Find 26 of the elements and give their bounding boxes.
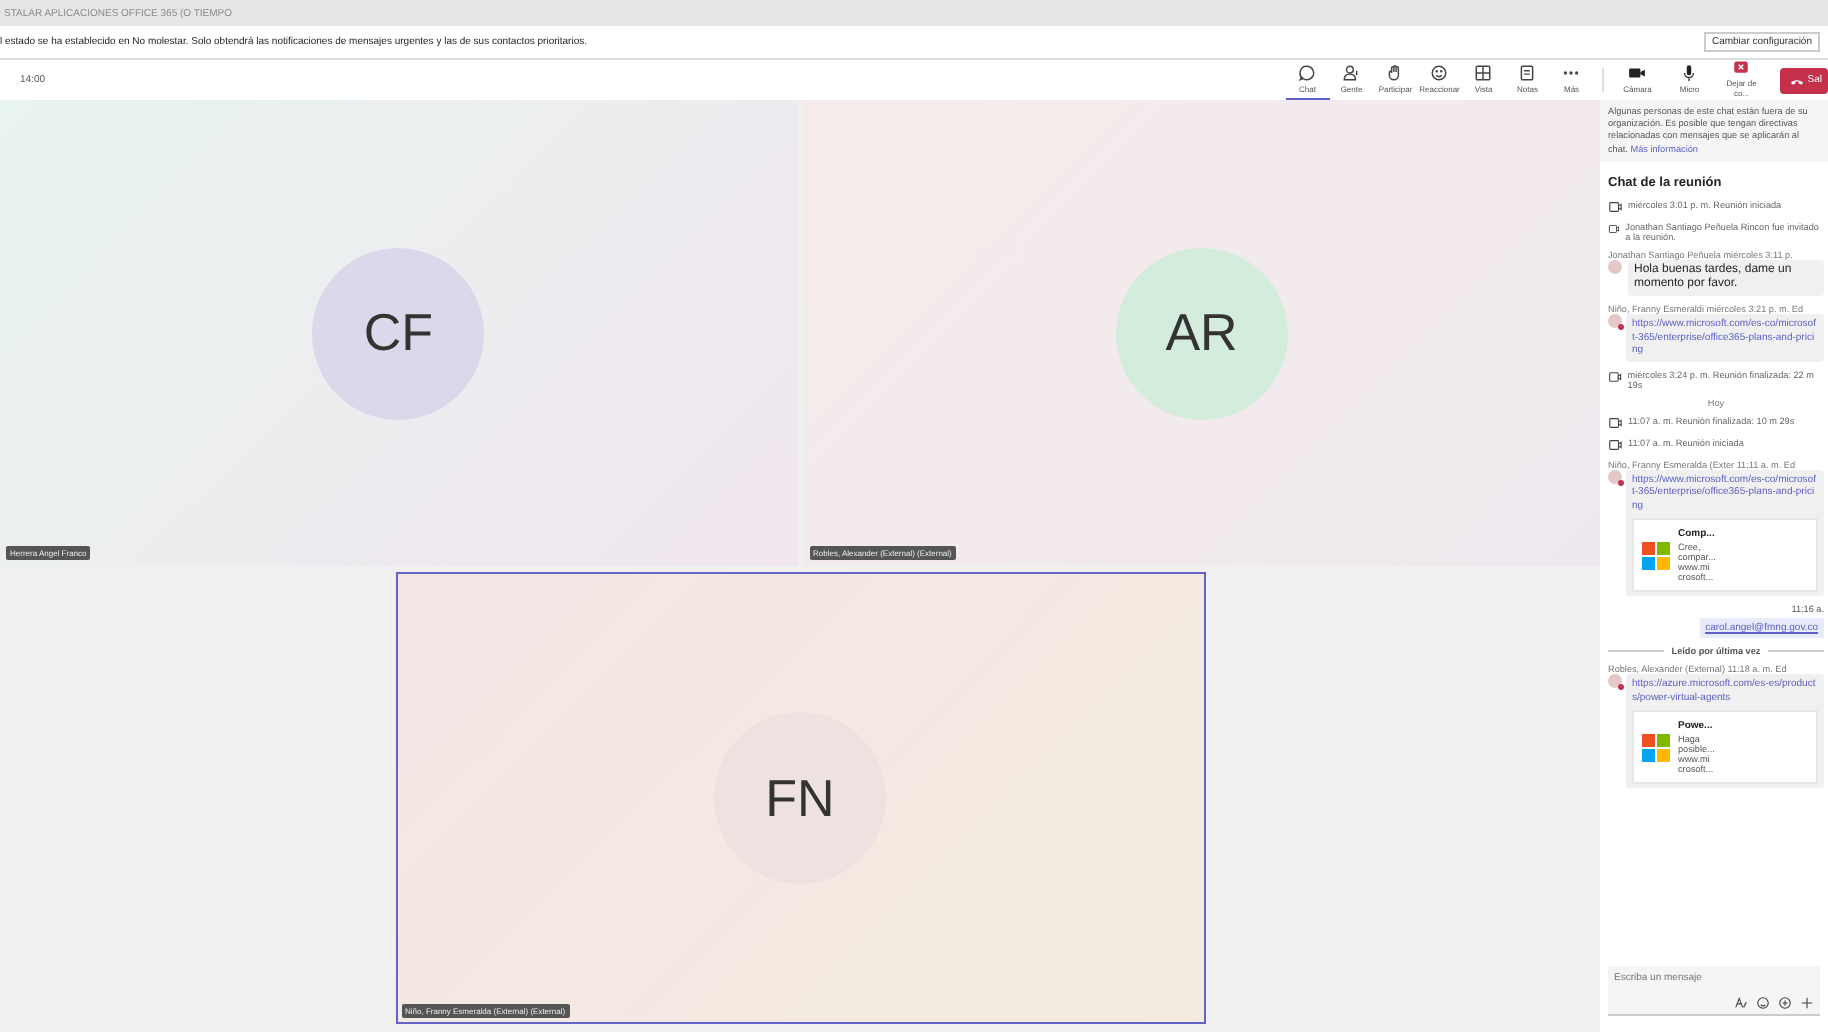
smiley-icon <box>1430 63 1449 81</box>
sticker-icon <box>1778 996 1792 1010</box>
four-squares-icon <box>1642 733 1670 762</box>
microphone-icon <box>1680 63 1699 81</box>
avatar-icon <box>1608 469 1622 484</box>
meeting-icon <box>1608 199 1622 214</box>
four-squares-icon <box>1642 541 1670 570</box>
meeting-icon <box>1608 415 1622 430</box>
camera-icon <box>1628 63 1647 81</box>
notes-icon <box>1518 63 1537 81</box>
emoji-icon <box>1756 996 1770 1010</box>
grid-icon <box>1474 63 1493 81</box>
avatar-icon <box>1608 314 1622 329</box>
avatar: CF <box>312 247 485 419</box>
meeting-icon <box>1608 369 1622 384</box>
avatar: AR <box>1115 247 1288 419</box>
meeting-icon <box>1608 221 1620 236</box>
chat-icon <box>1298 63 1317 81</box>
hand-icon <box>1386 63 1405 81</box>
avatar: FN <box>714 712 886 884</box>
avatar-icon <box>1608 259 1622 274</box>
people-icon <box>1342 63 1361 81</box>
format-icon <box>1734 996 1748 1010</box>
avatar-icon <box>1608 674 1622 689</box>
plus-icon <box>1800 996 1814 1010</box>
meeting-icon <box>1608 437 1622 452</box>
